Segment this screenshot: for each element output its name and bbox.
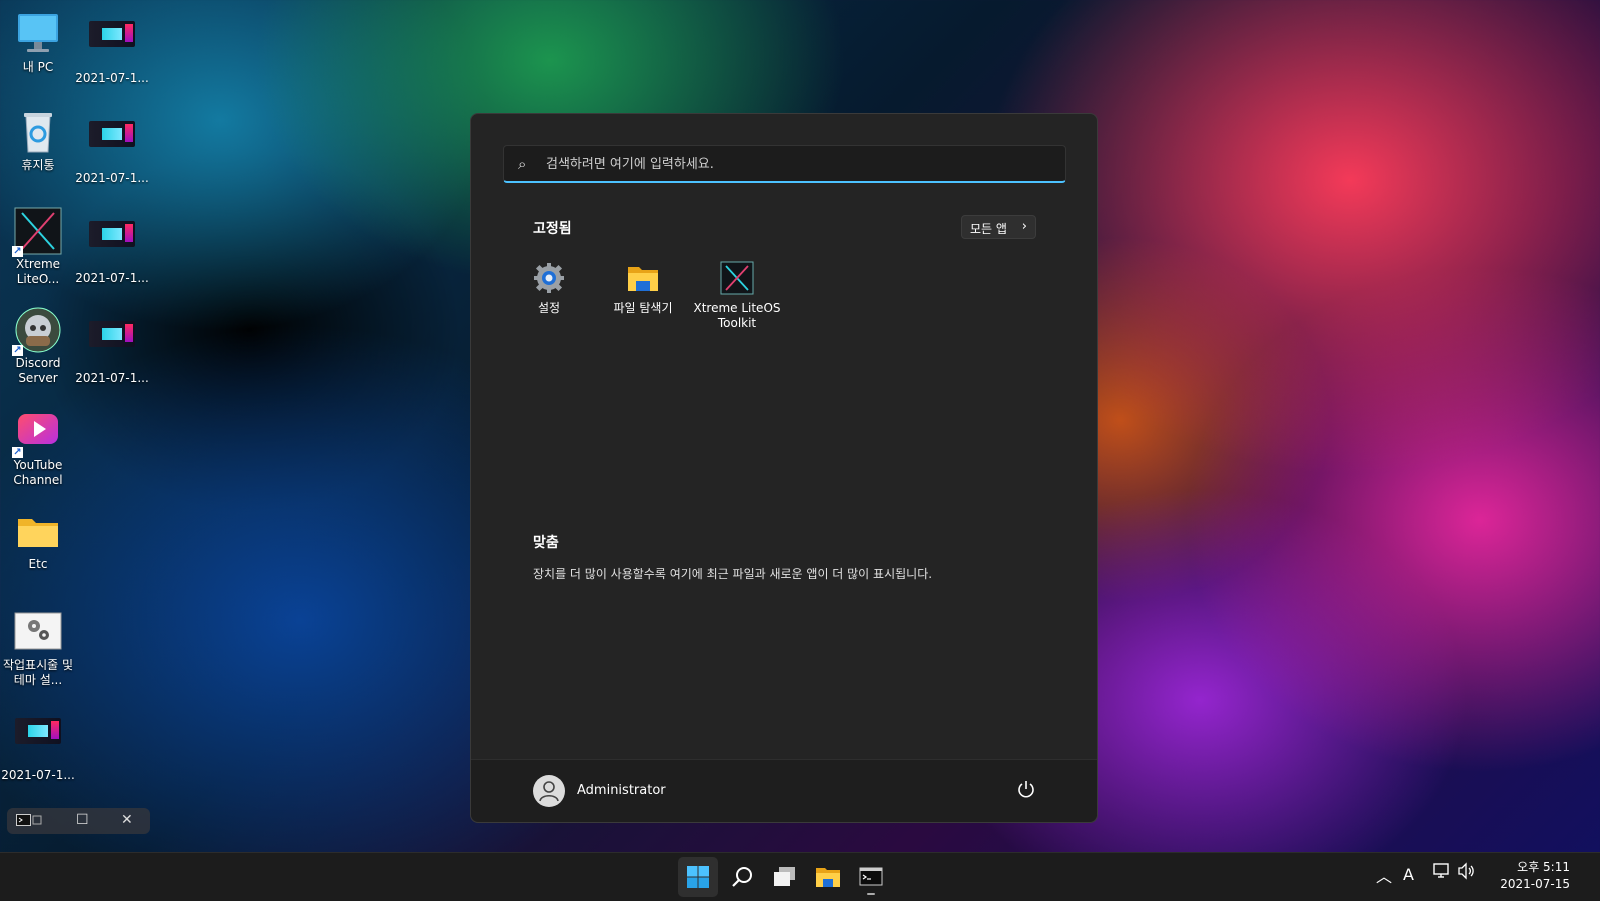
desktop-icon-label: Discord Server (15, 356, 61, 385)
user-name[interactable]: Administrator (577, 783, 666, 798)
all-apps-button[interactable]: 모든 앱 › (961, 215, 1036, 239)
image-file-icon (88, 221, 136, 269)
input-indicator[interactable]: A (1403, 865, 1414, 884)
gear-icon (532, 261, 566, 295)
volume-icon[interactable] (1456, 861, 1476, 885)
all-apps-label: 모든 앱 (970, 222, 1007, 236)
desktop-icon-screenshot-file[interactable]: 2021-07-1... (74, 110, 150, 186)
task-view-icon (774, 867, 795, 886)
console-icon (16, 814, 42, 829)
close-icon[interactable]: ✕ (121, 812, 133, 828)
start-search-box[interactable]: ⌕ (503, 145, 1066, 183)
desktop-icon-etc-folder[interactable]: Etc (0, 507, 76, 572)
taskbar-file-explorer-button[interactable] (808, 857, 848, 897)
chevron-right-icon: › (1021, 219, 1027, 234)
folder-icon (626, 261, 660, 295)
recommended-section-title: 맞춤 (533, 535, 559, 551)
desktop-icon-screenshot-file[interactable]: 2021-07-1... (74, 310, 150, 386)
task-view-button[interactable] (765, 857, 805, 897)
settings-window-icon (14, 608, 62, 656)
monitor-icon (14, 10, 62, 58)
search-button[interactable] (722, 857, 762, 897)
taskbar: ︿ A 오후 5:11 2021-07-15 (0, 852, 1600, 901)
desktop-icon-label: 2021-07-1... (75, 371, 149, 385)
desktop-icon-this-pc[interactable]: 내 PC (0, 10, 76, 75)
pinned-app-label: 설정 (537, 301, 561, 315)
console-icon (859, 867, 883, 895)
xtreme-liteos-icon: ↗ (12, 207, 62, 257)
pinned-section-title: 고정됨 (533, 221, 572, 237)
image-file-icon (88, 321, 136, 369)
clock[interactable]: 오후 5:11 2021-07-15 (1500, 859, 1570, 893)
desktop-icon-screenshot-file[interactable]: 2021-07-1... (0, 707, 76, 783)
desktop-icon-youtube-channel[interactable]: ↗ YouTube Channel (0, 408, 76, 488)
desktop-icon-label: Etc (28, 557, 48, 571)
folder-icon (14, 507, 62, 555)
desktop-icon-label: Xtreme LiteO... (15, 257, 61, 286)
search-input[interactable] (544, 152, 1048, 176)
image-file-icon (88, 121, 136, 169)
desktop-icon-screenshot-file[interactable]: 2021-07-1... (74, 10, 150, 86)
desktop-icon-label: 휴지통 (21, 158, 55, 172)
network-icon[interactable] (1432, 861, 1452, 885)
image-file-icon (14, 718, 62, 766)
desktop-icon-screenshot-file[interactable]: 2021-07-1... (74, 210, 150, 286)
youtube-icon: ↗ (12, 408, 62, 458)
recommended-empty-text: 장치를 더 많이 사용할수록 여기에 최근 파일과 새로운 앱이 더 많이 표시… (533, 567, 933, 581)
discord-icon: ↗ (12, 306, 62, 356)
search-icon (732, 867, 752, 887)
shortcut-arrow-icon: ↗ (12, 345, 23, 356)
pinned-app-settings[interactable]: 설정 (503, 261, 595, 316)
start-menu: ⌕ 고정됨 모든 앱 › 설정 파일 탐색기 Xtreme LiteOS Too… (470, 113, 1098, 823)
minimized-console-bar[interactable]: ☐ ✕ (7, 808, 150, 834)
pinned-app-label: Xtreme LiteOS Toolkit (693, 301, 781, 330)
pinned-app-xtreme-liteos-toolkit[interactable]: Xtreme LiteOS Toolkit (691, 261, 783, 331)
desktop-icon-label: YouTube Channel (13, 458, 63, 487)
desktop-icon-label: 2021-07-1... (75, 271, 149, 285)
taskbar-terminal-button[interactable] (851, 857, 891, 897)
desktop-icon-label: 2021-07-1... (75, 171, 149, 185)
pinned-app-label: 파일 탐색기 (613, 301, 673, 315)
xtreme-liteos-icon (720, 261, 754, 295)
search-icon: ⌕ (518, 155, 527, 173)
clock-date: 2021-07-15 (1500, 877, 1570, 891)
maximize-icon[interactable]: ☐ (76, 812, 89, 828)
windows-logo-icon (687, 866, 709, 888)
avatar[interactable] (533, 775, 565, 807)
pinned-app-file-explorer[interactable]: 파일 탐색기 (597, 261, 689, 316)
clock-time: 오후 5:11 (1517, 860, 1570, 874)
desktop-icon-label: 2021-07-1... (1, 768, 75, 782)
chevron-up-icon[interactable]: ︿ (1376, 863, 1392, 887)
desktop-icon-xtreme-liteos[interactable]: ↗ Xtreme LiteO... (0, 207, 76, 287)
desktop-icon-taskbar-theme-settings[interactable]: 작업표시줄 및 테마 설... (0, 608, 76, 688)
desktop-icon-discord-server[interactable]: ↗ Discord Server (0, 306, 76, 386)
shortcut-arrow-icon: ↗ (12, 246, 23, 257)
desktop-icon-label: 내 PC (22, 60, 54, 74)
desktop-icon-label: 2021-07-1... (75, 71, 149, 85)
image-file-icon (88, 21, 136, 69)
shortcut-arrow-icon: ↗ (12, 447, 23, 458)
desktop-icon-recycle-bin[interactable]: 휴지통 (0, 108, 76, 173)
start-menu-footer: Administrator (471, 759, 1097, 822)
power-icon[interactable] (1015, 779, 1037, 801)
desktop-icon-label: 작업표시줄 및 테마 설... (2, 658, 74, 687)
recycle-bin-icon (14, 108, 62, 156)
folder-icon (816, 868, 840, 887)
start-button[interactable] (678, 857, 718, 897)
